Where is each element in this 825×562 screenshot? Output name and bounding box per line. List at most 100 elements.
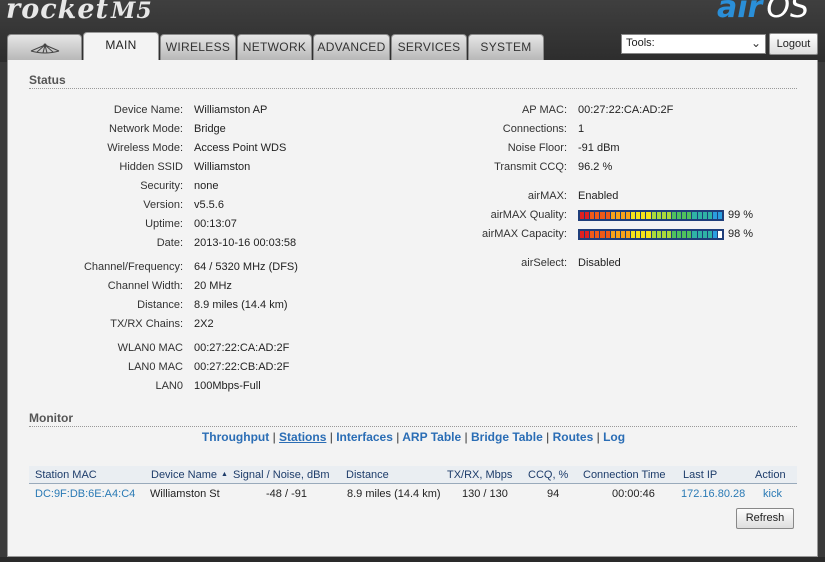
airos-logo-air: air [717,0,763,25]
status-value: Bridge [194,123,226,135]
column-station-mac[interactable]: Station MAC [35,469,97,481]
sort-indicator-icon: ▲ [221,471,228,478]
meter-segment [661,212,666,219]
meter-segment [631,231,636,238]
meter-segment [656,212,661,219]
link-throughput[interactable]: Throughput [202,430,269,444]
column-connection-time[interactable]: Connection Time [583,469,666,481]
station-mac-link[interactable]: DC:9F:DB:6E:A4:C4 [35,488,135,500]
column-tx-rx[interactable]: TX/RX, Mbps [447,469,512,481]
column-ccq[interactable]: CCQ, % [528,469,568,481]
link-separator: | [329,430,333,444]
chevron-down-icon: ⌄ [750,36,761,50]
link-bridge-table[interactable]: Bridge Table [471,430,543,444]
meter-segment [707,231,712,238]
status-label: Noise Floor: [507,142,567,154]
tx-rx-cell: 130 / 130 [462,488,508,500]
column-action[interactable]: Action [755,469,786,481]
column-signal-noise[interactable]: Signal / Noise, dBm [233,469,330,481]
status-value: 20 MHz [194,280,232,292]
meter-segment [712,231,717,238]
meter-segment [707,212,712,219]
meter-segment [697,212,702,219]
brand-model-text: M5 [111,0,153,24]
link-separator: | [464,430,468,444]
column-distance[interactable]: Distance [346,469,389,481]
status-value: none [194,180,219,192]
status-label: Channel Width: [107,280,183,292]
status-label: Device Name: [113,104,183,116]
meter-segment [682,231,687,238]
meter-segment [717,212,723,219]
status-value: 2X2 [194,318,214,330]
kick-link[interactable]: kick [763,488,782,500]
tab-services[interactable]: SERVICES [391,34,467,60]
brand-logo-text: rocket [6,0,110,25]
meter-segment [687,231,692,238]
meter-segment [590,231,595,238]
meter-segment [697,231,702,238]
link-separator: | [272,430,276,444]
meter-segment [610,212,615,219]
meter-segment [641,231,646,238]
status-label: Transmit CCQ: [494,161,567,173]
device-name-cell: Williamston St [150,488,220,500]
status-value: 00:27:22:CA:AD:2F [194,342,290,354]
tools-dropdown[interactable]: Tools: ⌄ [621,34,766,54]
tab-network[interactable]: NETWORK [237,34,312,60]
meter-segment [712,212,717,219]
status-value: Access Point WDS [194,142,287,154]
meter-segment [651,231,656,238]
meter-segment [702,212,707,219]
column-last-ip[interactable]: Last IP [683,469,717,481]
status-value: Williamston [194,161,251,173]
tab-main[interactable]: MAIN [83,32,159,62]
meter-segment [595,231,600,238]
stations-table-header: Station MAC Device Name ▲ Signal / Noise… [29,466,797,484]
status-label: Channel/Frequency: [83,261,183,273]
airos-logo-os: OS [766,0,809,25]
meter-segment [671,212,677,219]
link-separator: | [396,430,400,444]
column-device-name[interactable]: Device Name [151,469,217,481]
logout-button[interactable]: Logout [769,33,818,55]
meter-segment [677,231,682,238]
tab-advanced[interactable]: ADVANCED [313,34,390,60]
status-value: 64 / 5320 MHz (DFS) [194,261,298,273]
distance-cell: 8.9 miles (14.4 km) [347,488,441,500]
status-divider [29,88,797,89]
connection-time-cell: 00:00:46 [612,488,655,500]
rocket-m5-logo: rocketM5 [6,0,153,25]
status-label: Distance: [137,299,183,311]
ccq-cell: 94 [547,488,560,500]
meter-segment [671,231,677,238]
meter-segment [595,212,600,219]
meter-segment [625,231,631,238]
meter-segment [620,212,625,219]
meter-segment [646,231,651,238]
status-label: AP MAC: [521,104,567,116]
status-label: Wireless Mode: [107,142,183,154]
status-label: Version: [143,199,183,211]
status-value: 8.9 miles (14.4 km) [194,299,288,311]
tab-ubiquiti-logo[interactable] [7,34,82,60]
status-value: 96.2 % [578,161,613,173]
meter-segment [636,231,641,238]
tab-wireless[interactable]: WIRELESS [160,34,236,60]
tab-system[interactable]: SYSTEM [468,34,544,60]
status-section-title: Status [29,73,66,87]
meter-segment [702,231,707,238]
signal-meter [578,210,724,221]
refresh-button[interactable]: Refresh [736,508,794,529]
meter-segment [646,212,651,219]
link-routes[interactable]: Routes [553,430,594,444]
link-log[interactable]: Log [603,430,625,444]
meter-segment [661,231,666,238]
link-stations[interactable]: Stations [279,430,326,444]
status-value: 00:27:22:CB:AD:2F [194,361,290,373]
last-ip-link[interactable]: 172.16.80.28 [681,488,745,500]
link-interfaces[interactable]: Interfaces [336,430,393,444]
status-value: Enabled [578,190,619,202]
link-arp-table[interactable]: ARP Table [402,430,461,444]
tools-dropdown-value: Tools: [626,37,655,49]
